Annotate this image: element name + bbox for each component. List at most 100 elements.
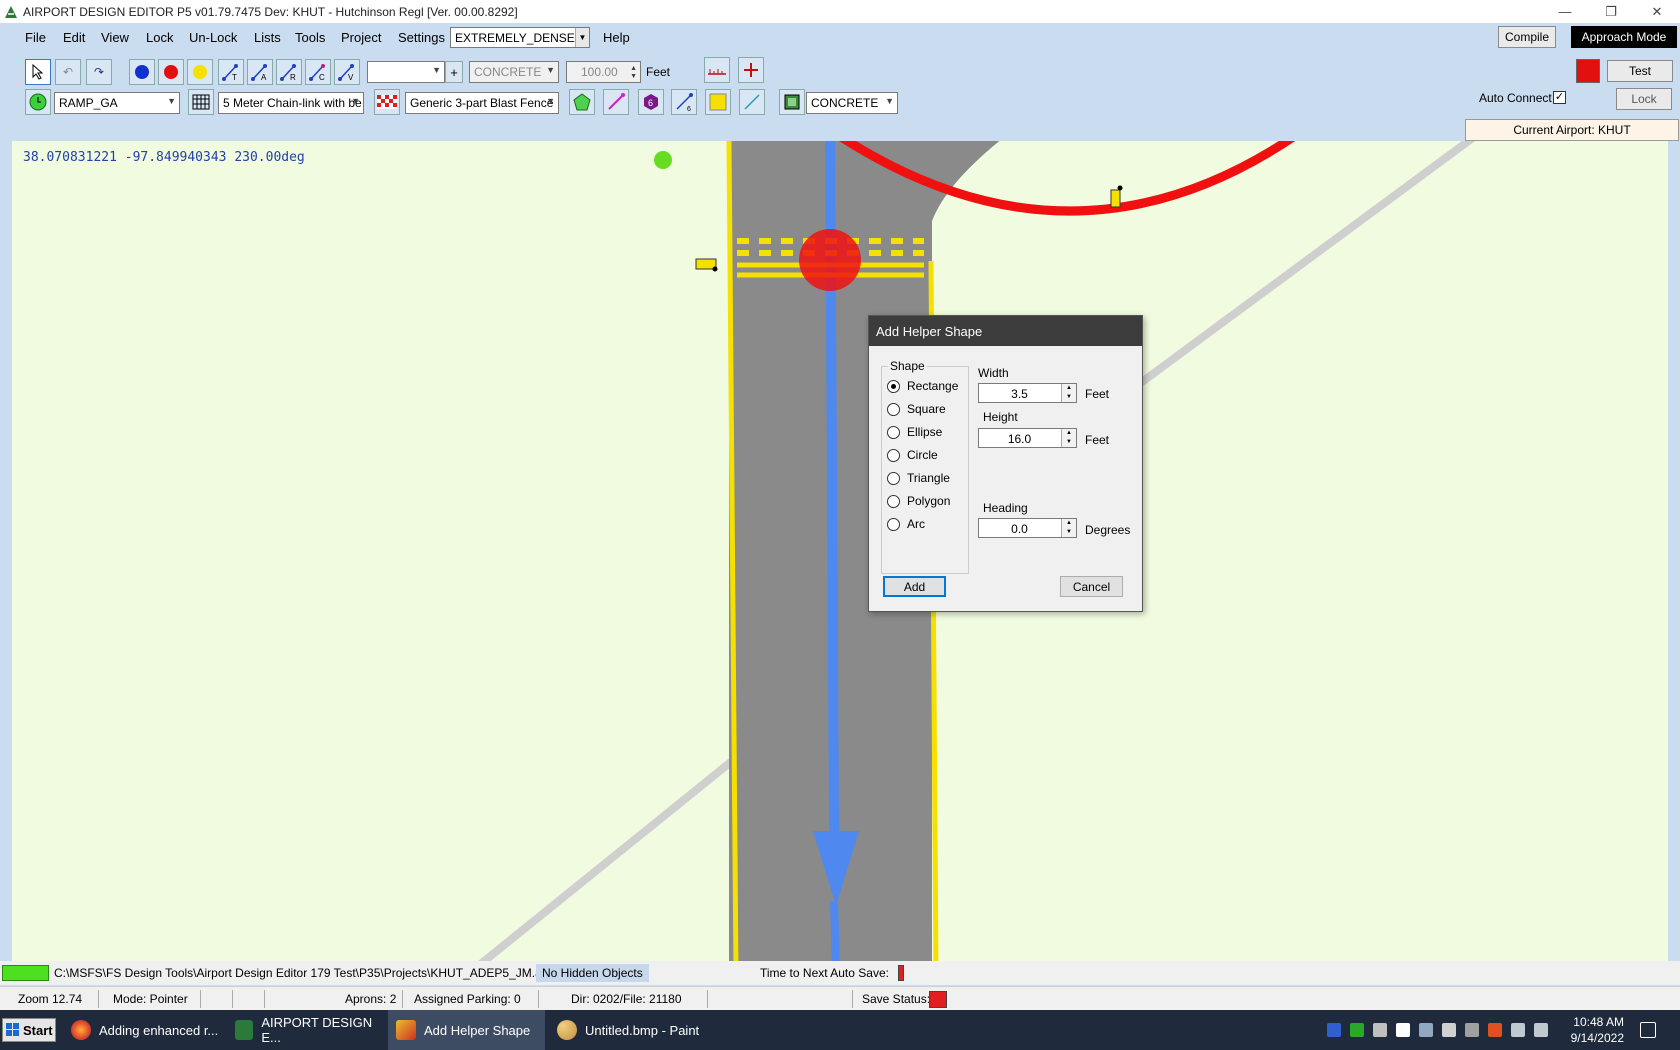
shape-option-polygon[interactable]: Polygon	[887, 494, 950, 508]
tray-mail-icon[interactable]	[1327, 1023, 1341, 1037]
line-tool[interactable]	[603, 89, 629, 115]
grid-icon	[192, 94, 210, 110]
menu-edit[interactable]: Edit	[63, 30, 85, 45]
pointer-tool-button[interactable]	[25, 59, 51, 85]
menu-lists[interactable]: Lists	[254, 30, 281, 45]
surface-combo-2[interactable]: CONCRETE ▼	[806, 92, 898, 114]
spin-up-icon[interactable]: ▲	[1062, 519, 1076, 528]
menu-view[interactable]: View	[101, 30, 129, 45]
fence-combo[interactable]: 5 Meter Chain-link with be ▼	[218, 92, 364, 114]
tray-printer-icon[interactable]	[1442, 1023, 1456, 1037]
menu-file[interactable]: File	[25, 30, 46, 45]
edge-line-tool[interactable]	[739, 89, 765, 115]
coordinates-readout: 38.070831221 -97.849940343 230.00deg	[23, 150, 305, 165]
approach-mode-button[interactable]: Approach Mode	[1571, 26, 1677, 48]
close-button[interactable]: ✕	[1634, 0, 1680, 23]
menu-project[interactable]: Project	[341, 30, 381, 45]
blue-node-tool[interactable]	[129, 59, 155, 85]
task-firefox[interactable]: Adding enhanced r...	[63, 1010, 220, 1050]
spin-up-icon[interactable]: ▲	[1062, 384, 1076, 393]
tray-security-icon[interactable]	[1396, 1023, 1410, 1037]
chevron-down-icon: ▼	[167, 96, 176, 106]
width-stepper[interactable]: 100.00 ▲ ▼	[566, 61, 641, 83]
minimize-button[interactable]: —	[1542, 0, 1588, 23]
menu-tools[interactable]: Tools	[295, 30, 325, 45]
tray-network-icon[interactable]	[1511, 1023, 1525, 1037]
test-button[interactable]: Test	[1607, 60, 1673, 82]
object-tool[interactable]: 6	[638, 89, 664, 115]
blast-fence-tool[interactable]	[374, 89, 400, 115]
add-link-type-button[interactable]: +	[445, 61, 463, 83]
hidden-objects-status[interactable]: No Hidden Objects	[536, 964, 649, 982]
surface-combo-1[interactable]: CONCRETE ▼	[469, 61, 559, 83]
measure-tool[interactable]	[704, 57, 730, 83]
add-point-tool[interactable]	[738, 57, 764, 83]
apron-link-tool[interactable]: A	[247, 59, 273, 85]
menu-lock[interactable]: Lock	[146, 30, 173, 45]
tray-nvidia-icon[interactable]	[1350, 1023, 1364, 1037]
shape-option-circle[interactable]: Circle	[887, 448, 938, 462]
red-node-marker[interactable]	[799, 229, 861, 291]
width-stepper[interactable]: 3.5 ▲ ▼	[978, 383, 1077, 403]
helper-rectangle-handle-2[interactable]	[1117, 185, 1123, 191]
taskbar-clock[interactable]: 10:48 AM 9/14/2022	[1566, 1014, 1624, 1046]
fence-grid-tool[interactable]	[188, 89, 214, 115]
vehicle-link-tool[interactable]: V	[334, 59, 360, 85]
closed-link-tool[interactable]: C	[305, 59, 331, 85]
ramp-combo[interactable]: RAMP_GA ▼	[54, 92, 180, 114]
notifications-icon[interactable]	[1640, 1022, 1656, 1038]
shape-option-ellipse[interactable]: Ellipse	[887, 425, 942, 439]
auto-connect-checkbox[interactable]: ✓	[1553, 91, 1566, 104]
add-button[interactable]: Add	[883, 576, 946, 597]
shape-option-triangle[interactable]: Triangle	[887, 471, 950, 485]
menu-help[interactable]: Help	[603, 30, 630, 45]
yellow-node-tool[interactable]	[187, 59, 213, 85]
start-button[interactable]: Start	[2, 1018, 56, 1042]
spin-down-icon[interactable]: ▼	[1062, 393, 1076, 402]
tray-network-drive-icon[interactable]	[1419, 1023, 1433, 1037]
cancel-button[interactable]: Cancel	[1060, 576, 1123, 597]
spin-down-icon[interactable]: ▼	[1062, 438, 1076, 447]
tray-tool-icon[interactable]	[1373, 1023, 1387, 1037]
airport-layout-drawing[interactable]	[12, 141, 1668, 961]
light-line-tool[interactable]: 6	[671, 89, 697, 115]
undo-button[interactable]: ↶	[55, 59, 81, 85]
shape-option-rectangle[interactable]: Rectange	[887, 379, 958, 393]
heading-stepper[interactable]: 0.0 ▲ ▼	[978, 518, 1077, 538]
red-node-tool[interactable]	[158, 59, 184, 85]
color-swatch[interactable]	[1576, 59, 1600, 83]
tray-usb-icon[interactable]	[1465, 1023, 1479, 1037]
blast-fence-combo[interactable]: Generic 3-part Blast Fence ▼	[405, 92, 559, 114]
task-airport-design-editor[interactable]: AIRPORT DESIGN E...	[227, 1010, 384, 1050]
apron-tool[interactable]	[779, 89, 805, 115]
helper-rectangle-handle[interactable]	[712, 266, 718, 272]
shape-option-square[interactable]: Square	[887, 402, 946, 416]
height-stepper[interactable]: 16.0 ▲ ▼	[978, 428, 1077, 448]
green-node-marker[interactable]	[654, 151, 672, 169]
restore-button[interactable]: ❐	[1588, 0, 1634, 23]
windows-logo-icon	[6, 1023, 19, 1036]
polygon-tool[interactable]	[569, 89, 595, 115]
start-label: Start	[23, 1022, 53, 1038]
clock-tool[interactable]	[25, 89, 51, 115]
redo-button[interactable]: ↷	[86, 59, 112, 85]
tray-volume-icon[interactable]	[1534, 1023, 1548, 1037]
menu-unlock[interactable]: Un-Lock	[189, 30, 237, 45]
map-canvas[interactable]: 38.070831221 -97.849940343 230.00deg	[12, 141, 1668, 961]
shape-option-arc[interactable]: Arc	[887, 517, 925, 531]
task-paint[interactable]: Untitled.bmp - Paint	[549, 1010, 706, 1050]
teal-line-icon	[744, 94, 760, 110]
compile-button[interactable]: Compile	[1498, 26, 1556, 48]
taxiway-tool[interactable]: T	[218, 59, 244, 85]
spin-down-icon[interactable]: ▼	[1062, 528, 1076, 537]
link-type-combo[interactable]: ▼	[367, 61, 445, 83]
lock-button[interactable]: Lock	[1616, 88, 1672, 110]
menu-settings[interactable]: Settings	[398, 30, 445, 45]
helper-shape-tool[interactable]	[705, 89, 731, 115]
runway-link-tool[interactable]: R	[276, 59, 302, 85]
density-combo[interactable]: EXTREMELY_DENSE ▼	[450, 27, 590, 48]
task-add-helper-shape[interactable]: Add Helper Shape	[388, 1010, 545, 1050]
tray-app-icon[interactable]	[1488, 1023, 1502, 1037]
spin-up-icon[interactable]: ▲	[1062, 429, 1076, 438]
yellow-helper-rectangle-2[interactable]	[1110, 189, 1121, 208]
